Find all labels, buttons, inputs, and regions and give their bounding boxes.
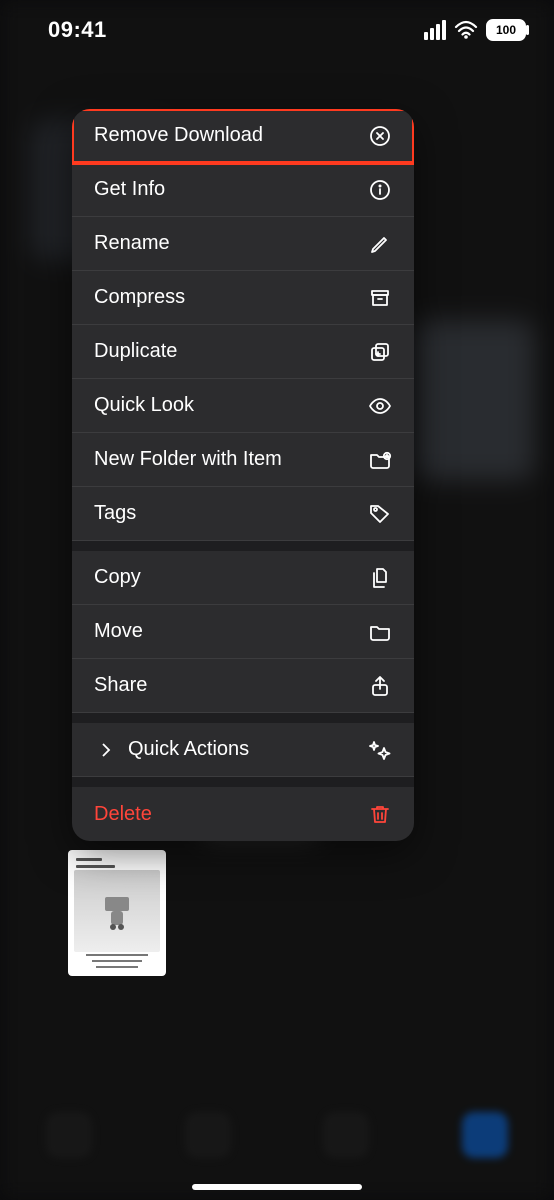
eye-icon [368,394,392,418]
status-time: 09:41 [48,17,107,43]
menu-item-label: Copy [94,566,141,589]
menu-item-remove-download[interactable]: Remove Download [72,109,414,163]
menu-item-label: Quick Look [94,394,194,417]
menu-item-label: Quick Actions [128,738,249,761]
info-circle-icon [368,178,392,202]
file-thumbnail[interactable] [68,850,166,976]
archivebox-icon [368,286,392,310]
menu-item-get-info[interactable]: Get Info [72,163,414,217]
context-menu[interactable]: Remove Download Get Info Rename Compress Dup… [72,109,414,841]
menu-item-new-folder-with-item[interactable]: New Folder with Item [72,433,414,487]
chevron-right-icon [94,738,118,762]
plus-square-on-square-icon [368,340,392,364]
menu-item-label: Compress [94,286,185,309]
menu-group-separator [72,777,414,787]
status-bar: 09:41 100 [0,0,554,60]
battery-icon: 100 [486,19,526,41]
cellular-signal-icon [424,20,446,40]
menu-item-delete[interactable]: Delete [72,787,414,841]
menu-item-label: Rename [94,232,170,255]
menu-item-tags[interactable]: Tags [72,487,414,541]
menu-item-label: Tags [94,502,136,525]
menu-group-separator [72,713,414,723]
folder-icon [368,620,392,644]
menu-item-compress[interactable]: Compress [72,271,414,325]
menu-item-share[interactable]: Share [72,659,414,713]
menu-item-duplicate[interactable]: Duplicate [72,325,414,379]
wifi-icon [454,20,478,40]
menu-item-label: New Folder with Item [94,448,282,471]
tabbar-blurred [0,1100,554,1170]
menu-item-label: Delete [94,803,152,826]
doc-on-doc-icon [368,566,392,590]
menu-item-label: Get Info [94,178,165,201]
share-icon [368,674,392,698]
menu-item-label: Move [94,620,143,643]
home-indicator [192,1184,362,1190]
menu-item-move[interactable]: Move [72,605,414,659]
menu-item-copy[interactable]: Copy [72,551,414,605]
menu-item-rename[interactable]: Rename [72,217,414,271]
menu-group-separator [72,541,414,551]
status-right: 100 [424,19,526,41]
tag-icon [368,502,392,526]
sparkles-icon [368,738,392,762]
trash-icon [368,802,392,826]
folder-plus-icon [368,448,392,472]
menu-item-label: Remove Download [94,124,263,147]
x-circle-icon [368,124,392,148]
pencil-icon [368,232,392,256]
menu-item-label: Duplicate [94,340,177,363]
menu-item-label: Share [94,674,147,697]
menu-item-quick-actions[interactable]: Quick Actions [72,723,414,777]
menu-item-quick-look[interactable]: Quick Look [72,379,414,433]
